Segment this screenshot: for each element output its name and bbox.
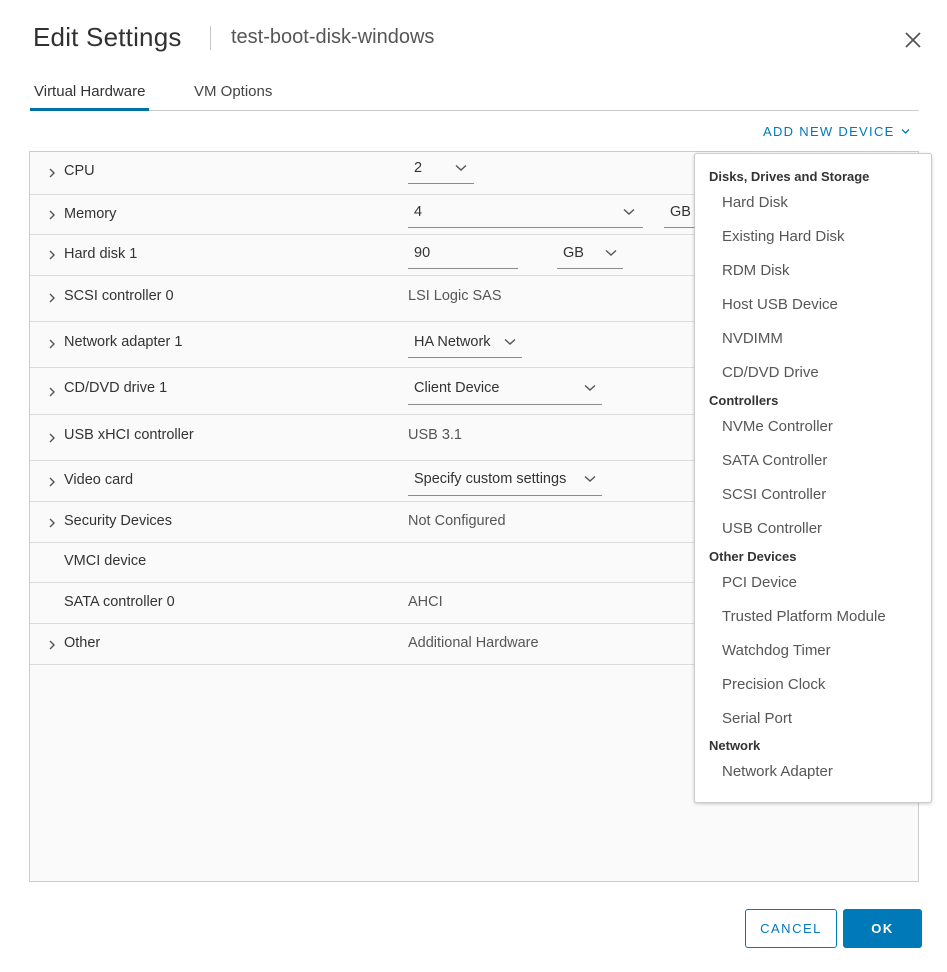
- add-new-device-button[interactable]: ADD NEW DEVICE: [763, 124, 910, 139]
- ok-button[interactable]: OK: [843, 909, 922, 948]
- chevron-right-icon[interactable]: [47, 477, 57, 487]
- menu-section-disks: Disks, Drives and Storage: [709, 169, 870, 184]
- network-label: Network adapter 1: [64, 334, 183, 350]
- hard-disk-label: Hard disk 1: [64, 246, 138, 262]
- chevron-right-icon[interactable]: [47, 640, 57, 650]
- chevron-right-icon[interactable]: [47, 293, 57, 303]
- tab-virtual-hardware[interactable]: Virtual Hardware: [30, 80, 150, 111]
- cancel-button[interactable]: CANCEL: [745, 909, 837, 948]
- tab-vm-options[interactable]: VM Options: [190, 80, 276, 111]
- menu-item-serial-port[interactable]: Serial Port: [722, 710, 792, 727]
- cpu-label: CPU: [64, 163, 95, 179]
- sata-label: SATA controller 0: [64, 594, 175, 610]
- scsi-value: LSI Logic SAS: [408, 288, 502, 304]
- menu-item-precision-clock[interactable]: Precision Clock: [722, 676, 825, 693]
- cpu-value: 2: [414, 160, 423, 176]
- menu-item-nvme-controller[interactable]: NVMe Controller: [722, 418, 833, 435]
- chevron-down-icon: [455, 164, 467, 171]
- hard-disk-unit: GB: [563, 245, 584, 261]
- menu-section-network: Network: [709, 738, 761, 753]
- memory-value: 4: [414, 204, 423, 220]
- chevron-down-icon: [584, 384, 596, 391]
- network-value: HA Network: [414, 334, 491, 350]
- cddvd-label: CD/DVD drive 1: [64, 380, 168, 396]
- menu-item-hard-disk[interactable]: Hard Disk: [722, 194, 788, 211]
- memory-label: Memory: [64, 206, 117, 222]
- video-card-select[interactable]: Specify custom settings: [408, 469, 602, 496]
- add-device-dropdown-menu: Disks, Drives and Storage Hard Disk Exis…: [694, 153, 932, 803]
- vmci-label: VMCI device: [64, 553, 147, 569]
- security-label: Security Devices: [64, 513, 172, 529]
- chevron-right-icon[interactable]: [47, 339, 57, 349]
- tab-bar: Virtual Hardware VM Options: [30, 80, 919, 111]
- menu-item-watchdog-timer[interactable]: Watchdog Timer: [722, 642, 831, 659]
- security-value: Not Configured: [408, 513, 506, 529]
- menu-section-other-devices: Other Devices: [709, 549, 797, 564]
- menu-section-controllers: Controllers: [709, 393, 779, 408]
- menu-item-usb-controller[interactable]: USB Controller: [722, 520, 822, 537]
- add-new-device-label: ADD NEW DEVICE: [763, 124, 895, 139]
- other-value: Additional Hardware: [408, 635, 539, 651]
- menu-item-cd-dvd-drive[interactable]: CD/DVD Drive: [722, 364, 819, 381]
- chevron-down-icon: [504, 338, 516, 345]
- menu-item-host-usb-device[interactable]: Host USB Device: [722, 296, 838, 313]
- chevron-down-icon: [584, 475, 596, 482]
- menu-item-trusted-platform-module[interactable]: Trusted Platform Module: [722, 608, 886, 625]
- menu-item-scsi-controller[interactable]: SCSI Controller: [722, 486, 826, 503]
- chevron-down-icon: [901, 129, 909, 134]
- hard-disk-unit-select[interactable]: GB: [557, 243, 623, 269]
- dialog-title: Edit Settings: [33, 22, 182, 52]
- hard-disk-size: 90: [414, 245, 431, 261]
- chevron-right-icon[interactable]: [47, 433, 57, 443]
- chevron-right-icon[interactable]: [47, 518, 57, 528]
- video-card-label: Video card: [64, 472, 134, 488]
- menu-item-rdm-disk[interactable]: RDM Disk: [722, 262, 790, 279]
- chevron-down-icon: [623, 208, 635, 215]
- other-label: Other: [64, 635, 101, 651]
- usb-label: USB xHCI controller: [64, 427, 194, 443]
- scsi-label: SCSI controller 0: [64, 288, 174, 304]
- chevron-right-icon[interactable]: [47, 250, 57, 260]
- menu-item-pci-device[interactable]: PCI Device: [722, 574, 797, 591]
- cddvd-value: Client Device: [414, 380, 500, 396]
- cddvd-select[interactable]: Client Device: [408, 378, 602, 405]
- title-divider: [210, 26, 211, 50]
- menu-item-nvdimm[interactable]: NVDIMM: [722, 330, 783, 347]
- memory-unit: GB: [670, 204, 691, 220]
- video-card-value: Specify custom settings: [414, 471, 567, 487]
- menu-item-existing-hard-disk[interactable]: Existing Hard Disk: [722, 228, 845, 245]
- vm-name: test-boot-disk-windows: [231, 26, 435, 48]
- hard-disk-size-input[interactable]: 90: [408, 243, 518, 269]
- chevron-right-icon[interactable]: [47, 210, 57, 220]
- cpu-select[interactable]: 2: [408, 158, 474, 184]
- close-icon[interactable]: [900, 27, 926, 53]
- usb-value: USB 3.1: [408, 427, 462, 443]
- chevron-right-icon[interactable]: [47, 168, 57, 178]
- chevron-right-icon[interactable]: [47, 387, 57, 397]
- menu-item-sata-controller[interactable]: SATA Controller: [722, 452, 827, 469]
- menu-item-network-adapter[interactable]: Network Adapter: [722, 763, 833, 780]
- chevron-down-icon: [605, 249, 617, 256]
- sata-value: AHCI: [408, 594, 443, 610]
- network-select[interactable]: HA Network: [408, 332, 522, 358]
- memory-select[interactable]: 4: [408, 202, 643, 228]
